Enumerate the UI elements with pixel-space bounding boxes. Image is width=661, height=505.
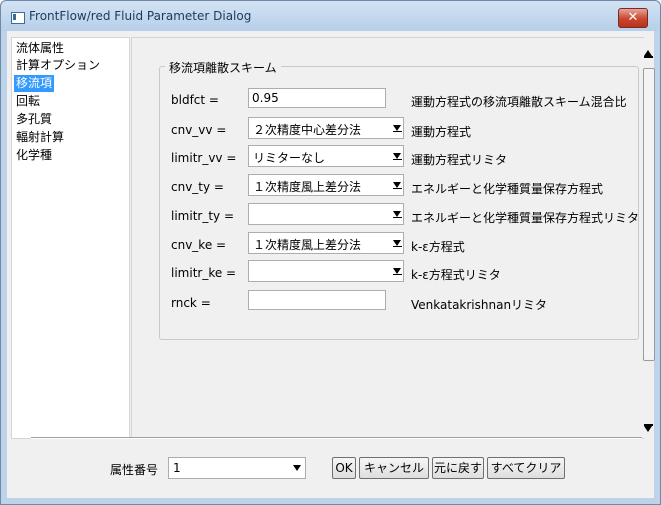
window-title: FrontFlow/red Fluid Parameter Dialog <box>29 9 252 23</box>
bldfct-input[interactable]: 0.95 <box>248 88 386 108</box>
nav-item-porous[interactable]: 多孔質 <box>14 111 54 128</box>
nav-item-advection[interactable]: 移流項 <box>14 75 55 92</box>
cnv-vv-label: cnv_vv = <box>171 123 227 137</box>
panel-scrollbar[interactable] <box>643 46 655 438</box>
dropdown-arrow-icon[interactable] <box>393 182 402 189</box>
cnv-ke-description: k-ε方程式 <box>411 240 465 254</box>
rnck-input[interactable] <box>248 290 386 310</box>
rnck-description: Venkatakrishnanリミタ <box>411 298 548 312</box>
limitr-ke-select[interactable] <box>248 260 404 282</box>
nav-item-chemical-species[interactable]: 化学種 <box>14 147 54 164</box>
bldfct-description: 運動方程式の移流項離散スキーム混合比 <box>411 95 627 109</box>
limitr-vv-value: リミターなし <box>253 151 326 165</box>
limitr-ke-label: limitr_ke = <box>171 266 237 280</box>
limitr-ke-description: k-ε方程式リミタ <box>411 268 501 282</box>
dropdown-arrow-icon[interactable] <box>393 153 402 160</box>
limitr-vv-label: limitr_vv = <box>171 151 237 165</box>
scroll-down-arrow-icon[interactable] <box>644 424 653 432</box>
footer-divider <box>31 437 642 439</box>
cnv-ty-description: エネルギーと化学種質量保存方程式 <box>411 182 604 196</box>
dialog-client-area: 流体属性 計算オプション 移流項 回転 多孔質 輻射計算 化学種 移流項離散スキ… <box>7 31 655 498</box>
rnck-label: rnck = <box>171 296 211 310</box>
limitr-vv-select[interactable]: リミターなし <box>248 145 404 167</box>
category-list[interactable]: 流体属性 計算オプション 移流項 回転 多孔質 輻射計算 化学種 <box>11 37 130 439</box>
app-window-icon <box>11 12 25 24</box>
dropdown-arrow-icon[interactable] <box>293 465 301 471</box>
property-number-select[interactable]: 1 <box>168 457 306 479</box>
limitr-ty-select[interactable] <box>248 203 404 225</box>
cnv-vv-description: 運動方程式 <box>411 125 472 139</box>
cnv-vv-value: ２次精度中心差分法 <box>253 123 362 137</box>
scrollbar-thumb[interactable] <box>643 68 655 361</box>
ok-button[interactable]: OK <box>332 457 356 479</box>
nav-item-rotation[interactable]: 回転 <box>14 93 42 110</box>
dropdown-arrow-icon[interactable] <box>393 268 402 275</box>
nav-item-fluid-properties[interactable]: 流体属性 <box>14 40 66 57</box>
dropdown-arrow-icon[interactable] <box>393 211 402 218</box>
cnv-ty-label: cnv_ty = <box>171 180 224 194</box>
dialog-window: FrontFlow/red Fluid Parameter Dialog ✕ 流… <box>0 0 661 505</box>
cnv-ke-label: cnv_ke = <box>171 238 227 252</box>
bldfct-label: bldfct = <box>171 93 219 107</box>
title-bar[interactable]: FrontFlow/red Fluid Parameter Dialog ✕ <box>1 1 660 31</box>
nav-item-radiation[interactable]: 輻射計算 <box>14 129 66 146</box>
close-button[interactable]: ✕ <box>618 8 648 28</box>
limitr-ty-description: エネルギーと化学種質量保存方程式リミタ <box>411 211 640 225</box>
scroll-up-arrow-icon[interactable] <box>644 50 653 58</box>
limitr-ty-label: limitr_ty = <box>171 209 235 223</box>
cnv-ke-value: １次精度風上差分法 <box>253 238 362 252</box>
dropdown-arrow-icon[interactable] <box>393 240 402 247</box>
cancel-button[interactable]: キャンセル <box>359 457 429 479</box>
nav-item-calc-options[interactable]: 計算オプション <box>14 57 102 74</box>
cnv-ty-value: １次精度風上差分法 <box>253 180 362 194</box>
revert-button[interactable]: 元に戻す <box>432 457 484 479</box>
property-number-label: 属性番号 <box>110 463 159 477</box>
clear-all-button[interactable]: すべてクリア <box>487 457 565 479</box>
cnv-vv-select[interactable]: ２次精度中心差分法 <box>248 117 404 139</box>
property-number-value: 1 <box>173 461 181 475</box>
dropdown-arrow-icon[interactable] <box>393 125 402 132</box>
cnv-ke-select[interactable]: １次精度風上差分法 <box>248 232 404 254</box>
group-title: 移流項離散スキーム <box>165 59 281 76</box>
cnv-ty-select[interactable]: １次精度風上差分法 <box>248 174 404 196</box>
close-icon: ✕ <box>627 10 639 25</box>
limitr-vv-description: 運動方程式リミタ <box>411 153 508 167</box>
